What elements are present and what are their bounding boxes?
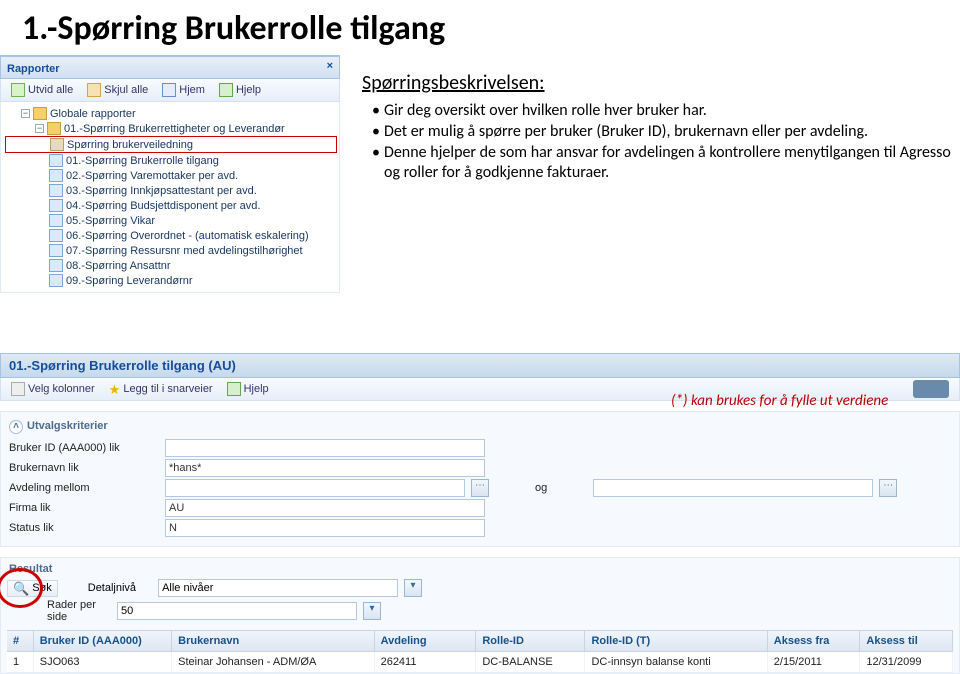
chevron-up-icon[interactable]: ˄: [9, 420, 23, 434]
dept-to-input[interactable]: [593, 479, 873, 497]
cell-username: Steinar Johansen - ADM/ØA: [172, 652, 374, 672]
lookup-icon[interactable]: ⋯: [471, 479, 489, 497]
query-section-title: 01.-Spørring Brukerrolle tilgang (AU): [0, 353, 960, 378]
page-title: 1.-Spørring Brukerrolle tilgang: [0, 0, 960, 55]
star-icon: ★: [109, 383, 121, 396]
col-roleid[interactable]: Rolle-ID: [476, 631, 585, 651]
chevron-down-icon[interactable]: ▾: [404, 579, 422, 597]
dept-from-input[interactable]: [165, 479, 465, 497]
report-icon: [49, 214, 63, 227]
collapse-all-button[interactable]: Skjul alle: [81, 81, 154, 99]
result-title: Resultat: [7, 563, 953, 578]
detail-level-label: Detaljnivå: [88, 582, 136, 594]
collapse-icon[interactable]: −: [35, 124, 44, 133]
col-userid[interactable]: Bruker ID (AAA000): [34, 631, 172, 651]
tree-group[interactable]: − 01.-Spørring Brukerrettigheter og Leve…: [5, 121, 337, 136]
description-heading: Spørringsbeskrivelsen:: [362, 71, 952, 95]
wand-icon: [11, 382, 25, 396]
report-icon: [49, 274, 63, 287]
reports-toolbar: Utvid alle Skjul alle Hjem Hjelp: [0, 79, 340, 102]
criteria-label-username: Brukernavn lik: [9, 462, 159, 474]
tree-item[interactable]: 03.-Spørring Innkjøpsattestant per avd.: [5, 183, 337, 198]
collapse-icon[interactable]: −: [21, 109, 30, 118]
reports-sidebar: Rapporter × Utvid alle Skjul alle Hjem H…: [0, 55, 340, 293]
description-list: Gir deg oversikt over hvilken rolle hver…: [362, 95, 952, 184]
tree-item[interactable]: 07.-Spørring Ressursnr med avdelingstilh…: [5, 243, 337, 258]
description-panel: Spørringsbeskrivelsen: Gir deg oversikt …: [340, 55, 960, 293]
logo-icon: [913, 380, 949, 398]
search-button[interactable]: 🔍 Søk: [7, 580, 58, 597]
col-from[interactable]: Aksess fra: [768, 631, 861, 651]
cell-num: 1: [7, 652, 34, 672]
detail-level-select[interactable]: [158, 579, 398, 597]
tree-item[interactable]: 02.-Spørring Varemottaker per avd.: [5, 168, 337, 183]
reports-title: Rapporter: [7, 63, 60, 75]
wildcard-hint: (*) kan brukes for å fylle ut verdiene: [671, 392, 888, 410]
tree-item[interactable]: 08.-Spørring Ansattnr: [5, 258, 337, 273]
guide-icon: [50, 138, 64, 151]
folder-open-icon: [47, 122, 61, 135]
col-dept[interactable]: Avdeling: [375, 631, 477, 651]
report-icon: [49, 169, 63, 182]
lookup-icon[interactable]: ⋯: [879, 479, 897, 497]
rows-per-page-label: Rader per side: [7, 599, 111, 623]
user-id-input[interactable]: [165, 439, 485, 457]
cell-from: 2/15/2011: [768, 652, 861, 672]
col-username[interactable]: Brukernavn: [172, 631, 374, 651]
cell-to: 12/31/2099: [860, 652, 953, 672]
firma-input[interactable]: [165, 499, 485, 517]
tree-item[interactable]: 01.-Spørring Brukerrolle tilgang: [5, 153, 337, 168]
cell-roleid: DC-BALANSE: [476, 652, 585, 672]
criteria-title[interactable]: ˄Utvalgskriterier: [9, 418, 951, 438]
result-table-header: # Bruker ID (AAA000) Brukernavn Avdeling…: [7, 630, 953, 652]
status-input[interactable]: [165, 519, 485, 537]
tree-item[interactable]: 05.-Spørring Vikar: [5, 213, 337, 228]
report-icon: [49, 184, 63, 197]
report-icon: [49, 199, 63, 212]
report-icon: [49, 154, 63, 167]
report-icon: [49, 229, 63, 242]
tree-item[interactable]: 09.-Spøring Leverandørnr: [5, 273, 337, 288]
choose-columns-button[interactable]: Velg kolonner: [5, 380, 101, 398]
chevron-down-icon[interactable]: ▾: [363, 602, 381, 620]
folder-icon: [33, 107, 47, 120]
description-line: Denne hjelper de som har ansvar for avde…: [372, 143, 952, 185]
tree-highlighted-item[interactable]: Spørring brukerveiledning: [5, 136, 337, 153]
cell-userid: SJO063: [34, 652, 172, 672]
search-icon: 🔍: [13, 582, 29, 595]
cell-roleid-t: DC-innsyn balanse konti: [585, 652, 767, 672]
close-icon[interactable]: ×: [327, 60, 333, 72]
report-icon: [49, 244, 63, 257]
help-icon: [227, 382, 241, 396]
and-label: og: [535, 482, 547, 494]
report-icon: [49, 259, 63, 272]
col-to[interactable]: Aksess til: [860, 631, 953, 651]
result-panel: Resultat 🔍 Søk Detaljnivå ▾ Rader per si…: [0, 557, 960, 674]
user-name-input[interactable]: [165, 459, 485, 477]
tree-item[interactable]: 06.-Spørring Overordnet - (automatisk es…: [5, 228, 337, 243]
expand-all-button[interactable]: Utvid alle: [5, 81, 79, 99]
home-button[interactable]: Hjem: [156, 81, 211, 99]
criteria-label-userid: Bruker ID (AAA000) lik: [9, 442, 159, 454]
criteria-label-status: Status lik: [9, 522, 159, 534]
tree-root[interactable]: − Globale rapporter: [5, 106, 337, 121]
tree-item[interactable]: 04.-Spørring Budsjettdisponent per avd.: [5, 198, 337, 213]
reports-panel-header: Rapporter ×: [0, 56, 340, 79]
description-line: Det er mulig å spørre per bruker (Bruker…: [372, 122, 952, 143]
cell-dept: 262411: [375, 652, 477, 672]
help-button[interactable]: Hjelp: [221, 380, 275, 398]
criteria-panel: ˄Utvalgskriterier Bruker ID (AAA000) lik…: [0, 411, 960, 547]
col-num[interactable]: #: [7, 631, 34, 651]
help-button[interactable]: Hjelp: [213, 81, 267, 99]
criteria-label-firma: Firma lik: [9, 502, 159, 514]
description-line: Gir deg oversikt over hvilken rolle hver…: [372, 101, 952, 122]
criteria-label-dept: Avdeling mellom: [9, 482, 159, 494]
reports-tree: − Globale rapporter − 01.-Spørring Bruke…: [0, 102, 340, 293]
add-shortcut-button[interactable]: ★Legg til i snarveier: [103, 381, 219, 398]
rows-per-page-select[interactable]: [117, 602, 357, 620]
col-roleid-t[interactable]: Rolle-ID (T): [585, 631, 767, 651]
